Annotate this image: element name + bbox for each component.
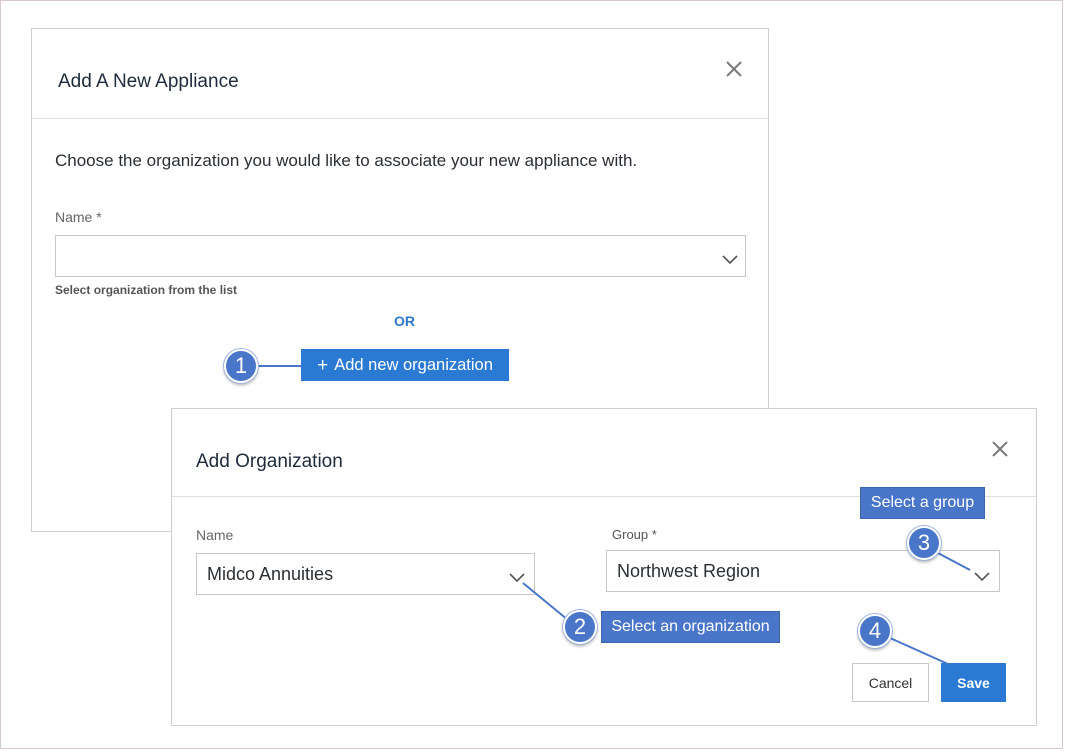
group-select[interactable]: Northwest Region: [606, 550, 1000, 592]
step-badge-2: 2: [563, 610, 597, 644]
helper-text: Select organization from the list: [55, 283, 238, 297]
organization-name-select[interactable]: Midco Annuities: [196, 553, 535, 595]
group-select-value: Northwest Region: [617, 561, 761, 581]
step-badge-4: 4: [858, 614, 892, 648]
close-icon[interactable]: [988, 437, 1012, 461]
group-label: Group *: [612, 527, 657, 542]
step-badge-1: 1: [224, 349, 258, 383]
name-label: Name: [196, 527, 234, 543]
chevron-down-icon: [722, 252, 738, 265]
select-group-callout: Select a group: [860, 487, 985, 519]
chevron-down-icon: [509, 570, 525, 583]
select-organization-callout: Select an organization: [601, 611, 780, 643]
required-marker: *: [651, 527, 657, 542]
add-organization-dialog: Add Organization Name Midco Annuities Gr…: [171, 408, 1037, 726]
organization-select[interactable]: [55, 235, 746, 277]
add-new-organization-label: Add new organization: [334, 355, 493, 374]
close-icon[interactable]: [722, 57, 746, 81]
save-button[interactable]: Save: [941, 663, 1006, 702]
add-new-organization-button[interactable]: + Add new organization: [301, 349, 509, 381]
or-separator: OR: [394, 313, 415, 329]
chevron-down-icon: [974, 569, 990, 582]
dialog-title: Add Organization: [196, 451, 343, 472]
step-badge-3: 3: [907, 526, 941, 560]
group-label-text: Group: [612, 527, 649, 542]
dialog-title: Add A New Appliance: [58, 71, 239, 92]
cancel-button[interactable]: Cancel: [852, 663, 929, 702]
header-divider: [32, 118, 768, 119]
plus-icon: +: [317, 354, 329, 376]
organization-name-value: Midco Annuities: [207, 564, 334, 584]
name-label: Name *: [55, 209, 102, 225]
intro-text: Choose the organization you would like t…: [55, 151, 638, 170]
